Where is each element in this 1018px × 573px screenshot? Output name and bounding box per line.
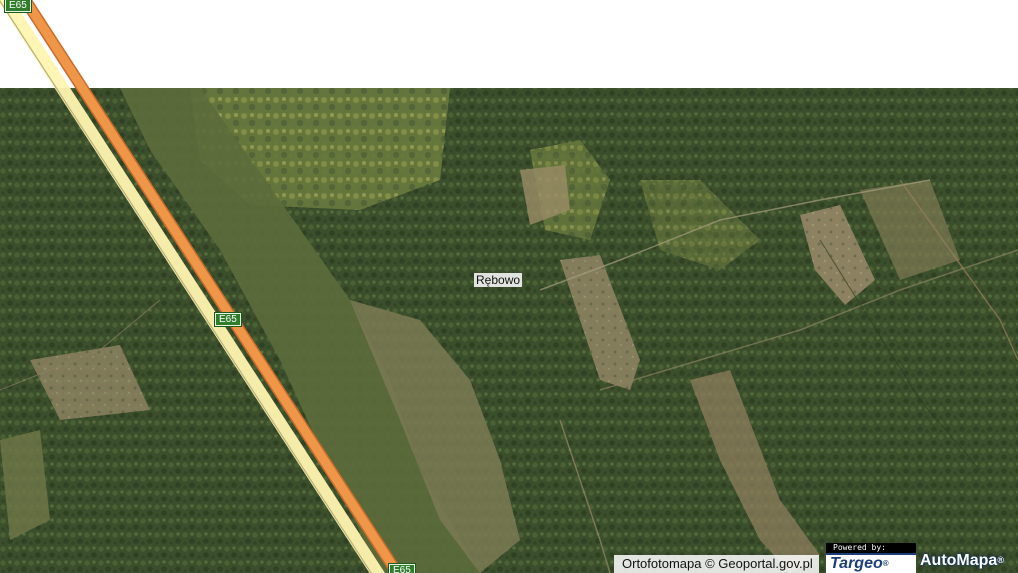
- road-shield-e65: E65: [388, 563, 416, 573]
- automapa-logo-text: AutoMapa: [920, 552, 998, 569]
- road-shield-e65: E65: [214, 312, 242, 327]
- road-shield-e65: E65: [4, 0, 32, 13]
- powered-by-label: Powered by:: [826, 543, 916, 553]
- place-label-rebowo[interactable]: Rębowo: [474, 273, 523, 287]
- targeo-registered-mark: ®: [882, 559, 889, 568]
- targeo-logo-text: Targeo: [830, 555, 883, 572]
- map-attribution[interactable]: Ortofotomapa © Geoportal.gov.pl: [614, 555, 819, 573]
- automapa-registered-mark: ®: [997, 555, 1004, 565]
- automapa-logo[interactable]: AutoMapa®: [918, 548, 1018, 573]
- targeo-logo[interactable]: Targeo®: [826, 553, 916, 573]
- map-viewport[interactable]: E65 E65 E65 Rębowo Ortofotomapa © Geopor…: [0, 0, 1018, 573]
- provider-logos: Powered by: Targeo® AutoMapa®: [826, 543, 1018, 573]
